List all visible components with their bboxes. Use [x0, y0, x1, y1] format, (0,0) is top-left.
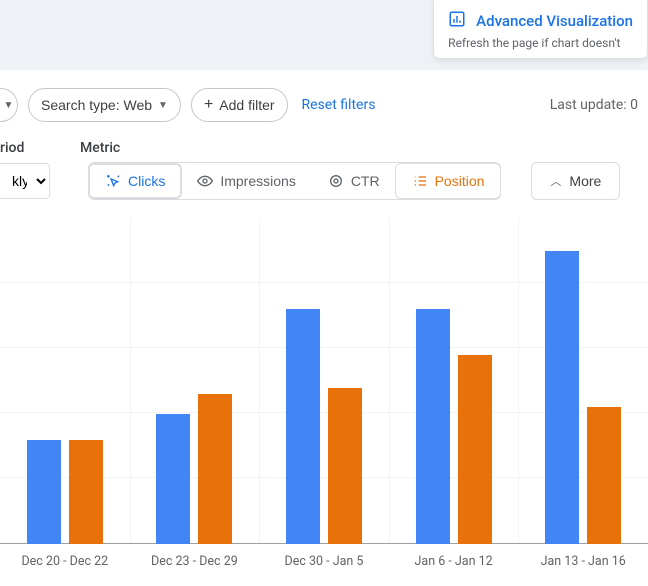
metric-toggle-group: Clicks Impressions CTR Position [88, 162, 501, 200]
more-label: More [569, 173, 601, 189]
x-axis-tick-label: Dec 20 - Dec 22 [0, 544, 130, 578]
bar-clicks[interactable] [545, 251, 579, 544]
search-type-pill[interactable]: Search type: Web ▼ [28, 88, 181, 122]
bar-clicks[interactable] [156, 414, 190, 544]
chart-bucket [0, 218, 130, 544]
bar-position[interactable] [328, 388, 362, 544]
bar-position[interactable] [458, 355, 492, 544]
period-section-label: riod [0, 140, 80, 156]
bar-clicks[interactable] [27, 440, 61, 544]
reset-filters-link[interactable]: Reset filters [302, 97, 376, 113]
last-update-text: Last update: 0 [550, 97, 638, 113]
metric-label: Clicks [128, 173, 165, 189]
advanced-visualization-title[interactable]: Advanced Visualization [476, 12, 633, 30]
cursor-click-icon [105, 173, 121, 189]
add-filter-label: Add filter [219, 97, 274, 113]
metric-position-button[interactable]: Position [395, 163, 502, 199]
x-axis-tick-label: Jan 6 - Jan 12 [389, 544, 519, 578]
chart-bucket [389, 218, 519, 544]
header-band: Advanced Visualization Refresh the page … [0, 0, 648, 70]
chevron-up-icon: ︿ [550, 173, 561, 189]
filter-toolbar: ▼ Search type: Web ▼ + Add filter Reset … [0, 70, 648, 140]
period-select[interactable]: kly [0, 163, 50, 199]
target-icon [328, 173, 344, 189]
bar-position[interactable] [587, 407, 621, 544]
eye-icon [197, 173, 213, 189]
metric-section-label: Metric [80, 140, 120, 156]
bar-position[interactable] [69, 440, 103, 544]
advanced-visualization-card: Advanced Visualization Refresh the page … [433, 0, 648, 59]
caret-down-icon: ▼ [4, 100, 14, 111]
x-axis-tick-label: Dec 23 - Dec 29 [130, 544, 260, 578]
x-axis-tick-label: Jan 13 - Jan 16 [518, 544, 648, 578]
plus-icon: + [204, 97, 213, 113]
metric-ctr-button[interactable]: CTR [312, 163, 396, 199]
bar-position[interactable] [198, 394, 232, 544]
chart-icon [448, 10, 466, 32]
metric-label: Position [435, 173, 485, 189]
chart-bucket [518, 218, 648, 544]
add-filter-button[interactable]: + Add filter [191, 88, 288, 122]
chart-bucket [259, 218, 389, 544]
date-range-pill-partial[interactable]: ▼ [0, 88, 18, 122]
bar-clicks[interactable] [286, 309, 320, 544]
metric-impressions-button[interactable]: Impressions [181, 163, 311, 199]
list-ordered-icon [412, 173, 428, 189]
advanced-visualization-subtitle: Refresh the page if chart doesn't [448, 36, 633, 50]
metric-label: Impressions [220, 173, 295, 189]
chart-bucket [130, 218, 260, 544]
metric-clicks-button[interactable]: Clicks [88, 163, 182, 199]
bar-chart: Dec 20 - Dec 22Dec 23 - Dec 29Dec 30 - J… [0, 218, 648, 578]
search-type-label: Search type: Web [41, 97, 152, 113]
metric-label: CTR [351, 173, 380, 189]
x-axis-tick-label: Dec 30 - Jan 5 [259, 544, 389, 578]
caret-down-icon: ▼ [158, 100, 168, 111]
controls-row: kly Clicks Impressions CTR Position [0, 162, 648, 218]
bar-clicks[interactable] [416, 309, 450, 544]
metric-more-button[interactable]: ︿ More [531, 162, 620, 200]
chart-x-axis-labels: Dec 20 - Dec 22Dec 23 - Dec 29Dec 30 - J… [0, 544, 648, 578]
chart-plot-area [0, 218, 648, 544]
